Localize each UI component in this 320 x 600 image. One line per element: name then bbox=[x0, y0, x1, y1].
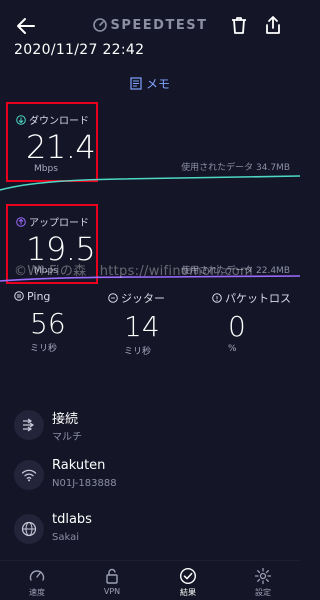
nav-settings[interactable]: 設定 bbox=[235, 567, 291, 598]
upload-label: アップロード bbox=[29, 218, 89, 229]
check-circle-icon bbox=[179, 567, 197, 585]
jitter-title: ジッター bbox=[121, 292, 165, 305]
wifi-icon bbox=[14, 460, 44, 490]
jitter-icon bbox=[108, 293, 118, 303]
ping-value: 56 bbox=[30, 307, 66, 340]
packet-loss-stat: パケットロス 0 % bbox=[212, 290, 291, 354]
connections-icon bbox=[14, 410, 44, 440]
watermark-text: ©Wi-Fiの森 https://wifinomori.com bbox=[14, 264, 254, 279]
nav-speed-label: 速度 bbox=[29, 588, 45, 597]
jitter-title-row: ジッター bbox=[108, 290, 165, 306]
download-label-row: ダウンロード bbox=[16, 112, 89, 127]
memo-icon bbox=[130, 77, 142, 90]
server-info: tdlabs Sakai bbox=[14, 510, 294, 554]
server-sub: Sakai bbox=[52, 532, 79, 543]
app-brand: SPEEDTEST bbox=[0, 18, 300, 33]
packet-loss-title: パケットロス bbox=[225, 292, 291, 305]
download-graph bbox=[0, 175, 300, 191]
download-label: ダウンロード bbox=[29, 116, 89, 127]
download-arrow-icon bbox=[16, 115, 26, 125]
download-value: 21.4 bbox=[26, 128, 96, 166]
share-icon[interactable] bbox=[262, 14, 284, 36]
nav-vpn[interactable]: VPN bbox=[84, 567, 140, 596]
ping-unit: ミリ秒 bbox=[30, 344, 58, 354]
jitter-stat: ジッター 14 ミリ秒 bbox=[108, 290, 165, 357]
jitter-value: 14 bbox=[124, 310, 160, 343]
nav-results-label: 結果 bbox=[180, 588, 196, 597]
nav-vpn-label: VPN bbox=[103, 587, 121, 596]
memo-label: メモ bbox=[145, 77, 170, 91]
test-datetime: 2020/11/27 22:42 bbox=[14, 42, 145, 58]
ping-icon bbox=[14, 291, 24, 301]
packet-loss-unit: % bbox=[228, 344, 237, 354]
nav-settings-label: 設定 bbox=[255, 588, 271, 597]
ping-title-row: Ping bbox=[14, 290, 66, 303]
packet-loss-value: 0 bbox=[228, 310, 246, 343]
packet-loss-icon bbox=[212, 293, 222, 303]
connection-sub: マルチ bbox=[52, 432, 82, 443]
network-title: Rakuten bbox=[52, 458, 106, 473]
packet-loss-title-row: パケットロス bbox=[212, 290, 291, 306]
memo-button[interactable]: メモ bbox=[0, 75, 300, 92]
connection-title: 接続 bbox=[52, 412, 79, 427]
nav-speed[interactable]: 速度 bbox=[9, 567, 65, 598]
ping-title: Ping bbox=[27, 290, 51, 303]
ping-stat: Ping 56 ミリ秒 bbox=[14, 290, 66, 354]
lock-icon bbox=[106, 568, 118, 584]
bottom-navigation: 速度 VPN 結果 設定 bbox=[0, 560, 300, 600]
connection-info: 接続 マルチ bbox=[14, 406, 294, 450]
upload-label-row: アップロード bbox=[16, 214, 89, 229]
speedometer-icon bbox=[29, 570, 45, 581]
upload-arrow-icon bbox=[16, 217, 26, 227]
network-sub: N01J-183888 bbox=[52, 478, 117, 489]
globe-icon bbox=[14, 514, 44, 544]
brand-label: SPEEDTEST bbox=[110, 18, 208, 33]
speedtest-logo-icon bbox=[92, 18, 107, 32]
server-title: tdlabs bbox=[52, 512, 92, 527]
download-highlight-box: ダウンロード 21.4 Mbps bbox=[6, 102, 98, 182]
jitter-unit: ミリ秒 bbox=[124, 347, 152, 357]
nav-results[interactable]: 結果 bbox=[160, 567, 216, 598]
delete-icon[interactable] bbox=[228, 14, 250, 36]
network-info: Rakuten N01J-183888 bbox=[14, 456, 294, 500]
top-bar: SPEEDTEST bbox=[0, 0, 300, 44]
gear-icon bbox=[254, 567, 272, 585]
